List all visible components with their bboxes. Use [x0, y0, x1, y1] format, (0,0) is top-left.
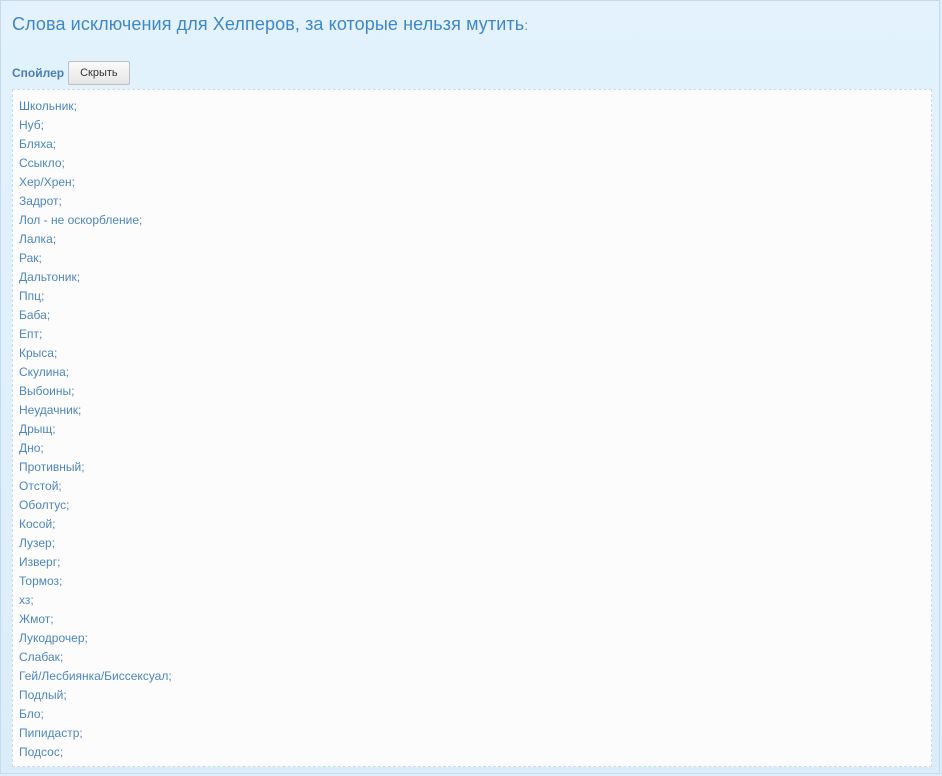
- word-item: Пипидастр;: [19, 726, 83, 740]
- word-item: Дальтоник;: [19, 270, 81, 284]
- word-item: Ппц;: [19, 289, 45, 303]
- word-item: Подлый;: [19, 688, 67, 702]
- word-item: Жмот;: [19, 612, 54, 626]
- word-item: Бляха;: [19, 137, 57, 151]
- word-item: Подсос;: [19, 745, 64, 759]
- word-item: Лузер;: [19, 536, 56, 550]
- word-item: Косой;: [19, 517, 56, 531]
- word-item: Изверг;: [19, 555, 61, 569]
- word-item: Епт;: [19, 327, 43, 341]
- word-item: Дрыщ;: [19, 422, 56, 436]
- word-item: Скулина;: [19, 365, 70, 379]
- page-title: Слова исключения для Хелперов, за которы…: [12, 14, 528, 35]
- word-item: Выбоины;: [19, 384, 75, 398]
- spoiler-label: Спойлер: [12, 66, 65, 80]
- post-panel: Слова исключения для Хелперов, за которы…: [0, 0, 940, 774]
- word-item: Ссыкло;: [19, 156, 65, 170]
- word-item: Лалка;: [19, 232, 57, 246]
- word-item: Слабак;: [19, 650, 64, 664]
- word-item: Баба;: [19, 308, 51, 322]
- word-item: Хер/Хрен;: [19, 175, 75, 189]
- word-item: Отстой;: [19, 479, 62, 493]
- page-title-colon: :: [524, 17, 529, 33]
- word-item: Лукодрочер;: [19, 631, 88, 645]
- word-item: Нуб;: [19, 118, 45, 132]
- word-item: Тормоз;: [19, 574, 63, 588]
- word-item: Лол - не оскорбление;: [19, 213, 143, 227]
- word-item: Задрот;: [19, 194, 62, 208]
- word-item: Рак;: [19, 251, 42, 265]
- word-item: Дно;: [19, 441, 44, 455]
- word-item: Школьник;: [19, 99, 77, 113]
- page-title-text: Слова исключения для Хелперов, за которы…: [12, 14, 525, 34]
- word-item: хз;: [19, 593, 34, 607]
- word-item: Бло;: [19, 707, 44, 721]
- word-item: Оболтус;: [19, 498, 70, 512]
- word-item: Неудачник;: [19, 403, 82, 417]
- spoiler-hide-button[interactable]: Скрыть: [68, 61, 130, 85]
- word-item: Гей/Лесбиянка/Биссексуал;: [19, 669, 172, 683]
- spoiler-content: Школьник; Нуб; Бляха; Ссыкло; Хер/Хрен; …: [12, 89, 932, 767]
- spoiler-header: Спойлер Скрыть: [12, 61, 130, 85]
- word-list: Школьник; Нуб; Бляха; Ссыкло; Хер/Хрен; …: [13, 90, 931, 762]
- word-item: Крыса;: [19, 346, 58, 360]
- word-item: Противный;: [19, 460, 85, 474]
